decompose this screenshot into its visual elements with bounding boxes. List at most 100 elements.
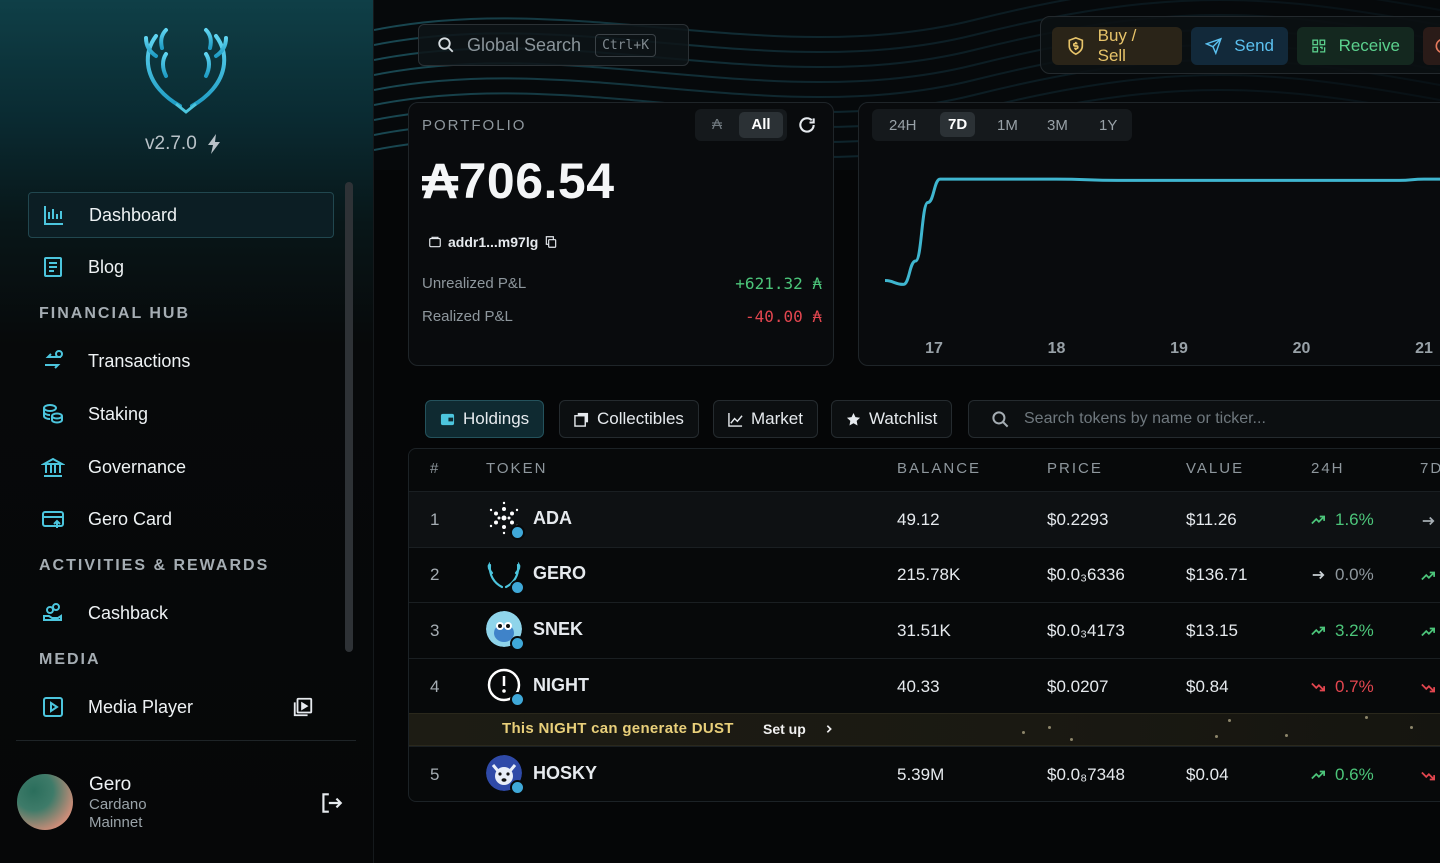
transfer-arrows-icon [40, 348, 66, 374]
range-1y[interactable]: 1Y [1099, 117, 1117, 134]
range-3m[interactable]: 3M [1047, 117, 1068, 134]
sidebar-item-cashback[interactable]: Cashback [28, 590, 334, 636]
trend-up-icon [1311, 770, 1325, 780]
toggle-ada[interactable]: ₳ [695, 109, 739, 141]
toggle-all[interactable]: All [739, 112, 783, 138]
sidebar-item-dashboard[interactable]: Dashboard [28, 192, 334, 238]
tab-label: Holdings [463, 409, 530, 428]
header-balance[interactable]: BALANCE [897, 460, 981, 477]
user-network: Cardano Mainnet [89, 796, 147, 831]
header-token[interactable]: TOKEN [486, 460, 547, 477]
global-search[interactable]: Global Search Ctrl+K [418, 24, 689, 66]
sidebar-scrollbar[interactable] [345, 182, 353, 652]
x-tick-label: 18 [1048, 340, 1066, 357]
x-tick-label: 20 [1293, 340, 1311, 357]
sidebar-item-label: Staking [88, 403, 149, 424]
sidebar-item-gero-card[interactable]: Gero Card [28, 496, 334, 542]
send-button[interactable]: Send [1191, 27, 1288, 65]
trend-up-icon [1421, 571, 1435, 581]
refresh-icon[interactable] [797, 115, 817, 135]
verified-badge-icon [510, 580, 525, 595]
token-value: $136.71 [1186, 565, 1248, 584]
change-value: 0.0% [1335, 565, 1374, 584]
tab-collectibles[interactable]: Collectibles [559, 400, 699, 438]
picture-in-picture-icon[interactable] [292, 696, 314, 718]
shield-dollar-icon [1068, 36, 1084, 56]
wallet-icon [429, 236, 441, 248]
tab-label: Collectibles [597, 409, 684, 428]
verified-badge-icon [510, 780, 525, 795]
header-price[interactable]: PRICE [1047, 460, 1103, 477]
more-action-button[interactable] [1423, 27, 1440, 65]
x-tick-label: 17 [925, 340, 943, 357]
user-name: Gero [89, 774, 132, 795]
token-value: $0.84 [1186, 677, 1229, 696]
x-tick-label: 19 [1170, 340, 1188, 357]
copy-icon[interactable] [544, 235, 558, 249]
row-index: 5 [430, 765, 440, 784]
tab-label: Watchlist [869, 409, 938, 428]
row-index: 1 [430, 510, 440, 529]
paper-plane-icon [1205, 37, 1223, 56]
sidebar-item-staking[interactable]: Staking [28, 391, 334, 437]
portfolio-line-chart[interactable]: 17 18 19 20 21 [860, 150, 1440, 365]
app-version: v2.7.0 [145, 133, 221, 155]
bank-building-icon [40, 454, 66, 480]
sidebar-item-media-player[interactable]: Media Player [28, 684, 334, 730]
sidebar-item-label: Cashback [88, 602, 169, 623]
dust-message: This NIGHT can generate DUST [502, 720, 734, 737]
token-balance: 49.12 [897, 510, 940, 529]
sidebar-item-transactions[interactable]: Transactions [28, 338, 334, 384]
portfolio-value: ₳706.54 [422, 153, 615, 209]
range-24h[interactable]: 24H [889, 117, 917, 134]
lightning-icon [207, 134, 220, 154]
buy-sell-button[interactable]: Buy / Sell [1052, 26, 1182, 65]
verified-badge-icon [510, 525, 525, 540]
sidebar: v2.7.0 Dashboard Blog FINANCIAL HUB Tran… [0, 0, 374, 863]
range-7d[interactable]: 7D [940, 112, 976, 137]
token-change-24h: 3.2% [1311, 621, 1374, 641]
range-1m[interactable]: 1M [997, 117, 1018, 134]
header-7d[interactable]: 7D [1420, 460, 1440, 477]
tab-market[interactable]: Market [713, 400, 818, 438]
tab-holdings[interactable]: Holdings [425, 400, 545, 438]
currency-toggle[interactable]: ₳ All [695, 109, 787, 141]
trend-down-icon [1421, 771, 1435, 781]
trend-flat-icon [1422, 516, 1435, 526]
token-name: NIGHT [533, 675, 589, 695]
row-index: 4 [430, 677, 440, 696]
token-change-24h: 1.6% [1311, 510, 1374, 530]
token-value: $11.26 [1186, 510, 1237, 529]
token-price: $0.0₈7348 [1047, 765, 1125, 784]
sidebar-item-label: Dashboard [89, 204, 178, 225]
section-financial-hub: FINANCIAL HUB [39, 305, 191, 322]
header-value[interactable]: VALUE [1186, 460, 1244, 477]
buy-sell-label: Buy / Sell [1097, 26, 1137, 65]
avatar[interactable] [17, 774, 73, 830]
coins-stack-icon [40, 401, 66, 427]
sidebar-divider [16, 740, 356, 741]
sidebar-item-blog[interactable]: Blog [28, 244, 334, 290]
wallet-address[interactable]: addr1...m97lg [428, 234, 558, 250]
token-value: $0.04 [1186, 765, 1229, 784]
search-icon [438, 37, 454, 53]
sidebar-item-governance[interactable]: Governance [28, 444, 334, 490]
sidebar-item-label: Transactions [88, 350, 191, 371]
token-balance: 31.51K [897, 621, 951, 640]
sidebar-item-label: Media Player [88, 696, 194, 717]
token-search-input[interactable]: Search tokens by name or ticker... [968, 400, 1440, 438]
bar-chart-icon [41, 202, 67, 228]
token-price: $0.2293 [1047, 510, 1109, 529]
sidebar-item-label: Blog [88, 256, 125, 277]
header-24h[interactable]: 24H [1311, 460, 1345, 477]
chart-series-line [884, 177, 1440, 286]
dust-setup-button[interactable]: Set up [763, 721, 834, 737]
tab-watchlist[interactable]: Watchlist [831, 400, 953, 438]
deer-antlers-logo-icon[interactable] [136, 26, 236, 116]
logout-icon[interactable] [318, 790, 344, 816]
receive-button[interactable]: Receive [1297, 27, 1414, 65]
token-balance: 215.78K [897, 565, 961, 584]
row-index: 2 [430, 565, 440, 584]
token-name: ADA [533, 508, 572, 528]
tab-label: Market [751, 409, 803, 428]
